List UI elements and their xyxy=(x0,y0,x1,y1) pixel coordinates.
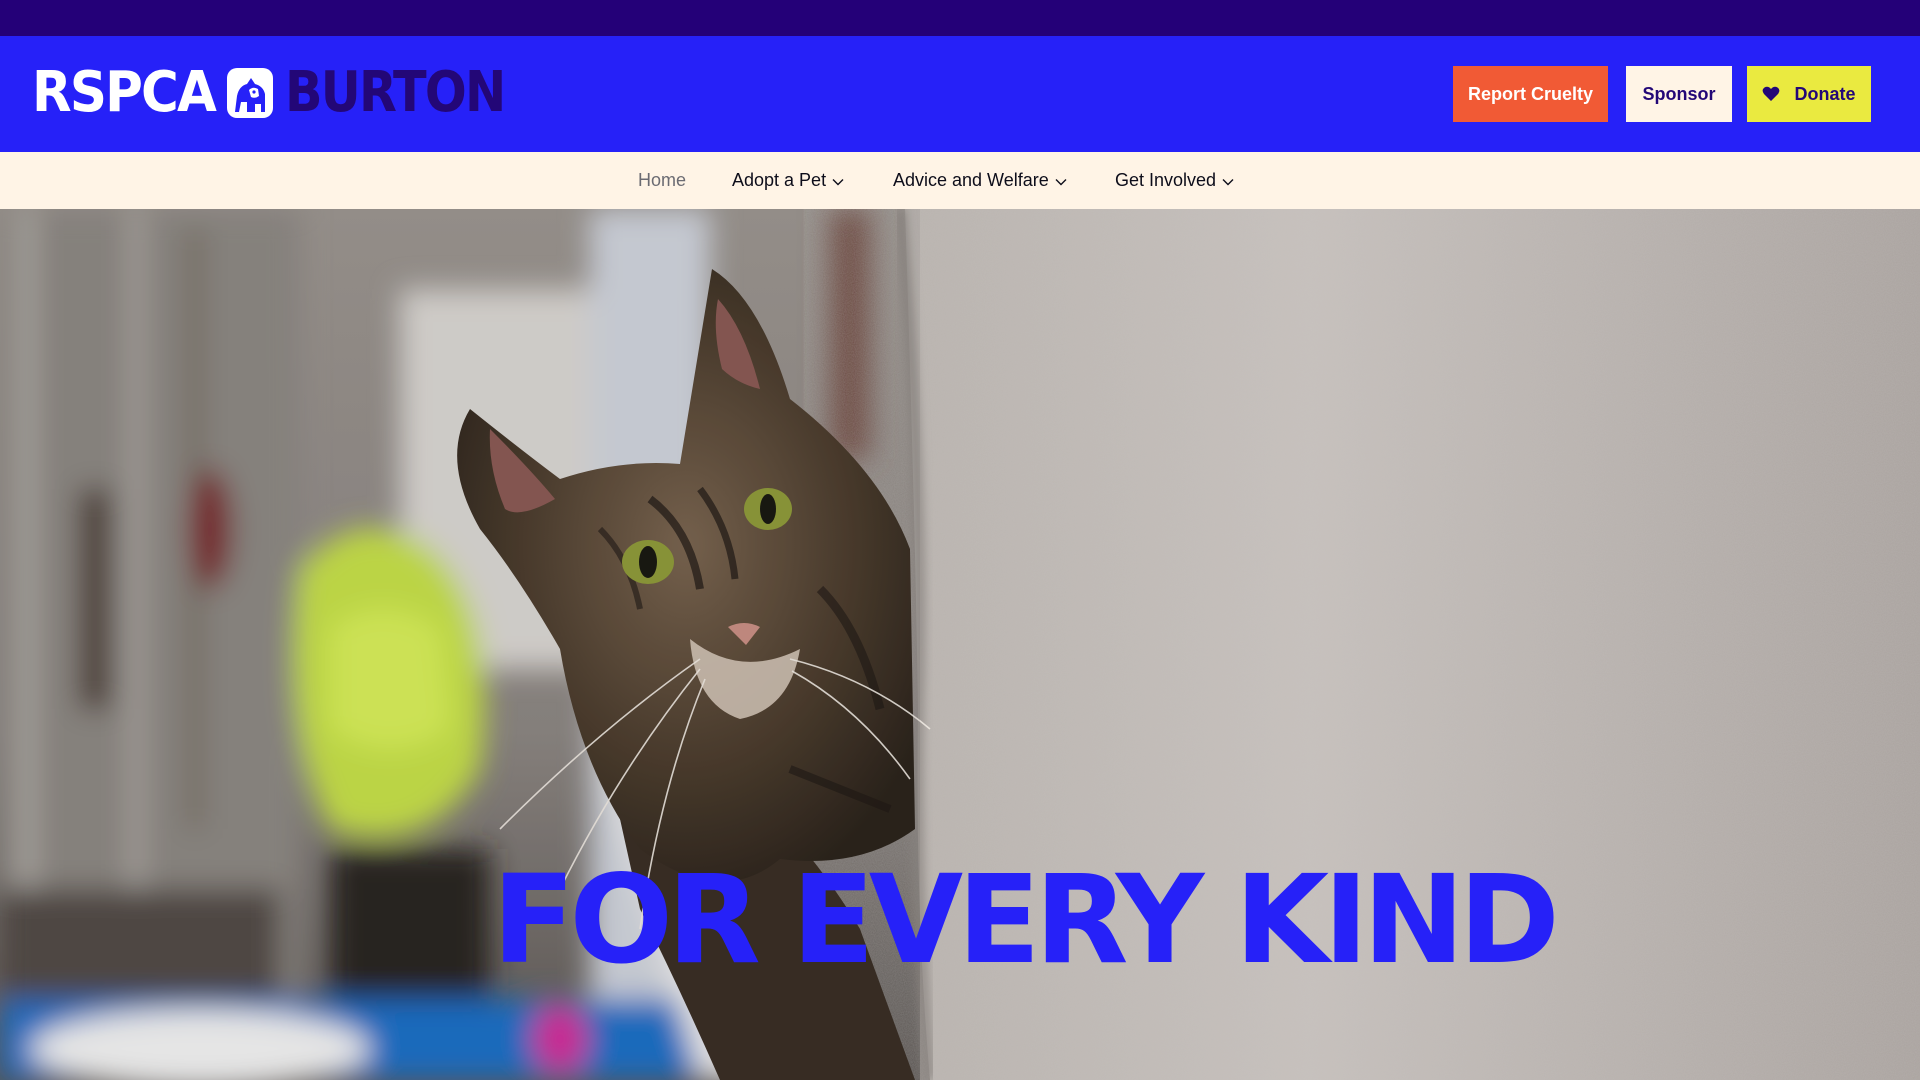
hero-banner: FOR EVERY KIND xyxy=(0,209,1920,1080)
report-cruelty-button[interactable]: Report Cruelty xyxy=(1453,66,1608,122)
hero-title: FOR EVERY KIND xyxy=(492,849,1560,991)
nav-item-home[interactable]: Home xyxy=(638,152,686,209)
chevron-down-icon xyxy=(1055,178,1067,185)
nav-item-adopt-a-pet[interactable]: Adopt a Pet xyxy=(732,152,844,209)
nav-item-advice-and-welfare[interactable]: Advice and Welfare xyxy=(893,152,1067,209)
report-cruelty-label: Report Cruelty xyxy=(1467,83,1593,104)
nav-item-adopt-label: Adopt a Pet xyxy=(732,170,827,190)
logo-rspca-text: RSPCA xyxy=(32,60,217,125)
donate-label: Donate xyxy=(1794,83,1856,104)
heart-icon xyxy=(1763,86,1780,101)
nav-item-advice-label: Advice and Welfare xyxy=(893,170,1049,190)
site-logo[interactable]: RSPCA BURTON xyxy=(32,62,534,124)
nav-item-get-involved[interactable]: Get Involved xyxy=(1115,152,1234,209)
chevron-down-icon xyxy=(1222,178,1234,185)
top-strip xyxy=(0,0,1920,36)
main-nav: Home Adopt a Pet Advice and Welfare Get … xyxy=(0,152,1920,209)
sponsor-label: Sponsor xyxy=(1642,83,1716,104)
nav-item-involved-label: Get Involved xyxy=(1115,170,1217,190)
chevron-down-icon xyxy=(832,178,844,185)
sponsor-button[interactable]: Sponsor xyxy=(1626,66,1732,122)
logo-branch-text: BURTON xyxy=(284,60,506,125)
dog-and-cat-badge-icon xyxy=(226,68,273,118)
nav-item-home-label: Home xyxy=(638,170,687,190)
site-header: RSPCA BURTON Report Cruelty Sponsor Dona… xyxy=(0,36,1920,152)
donate-button[interactable]: Donate xyxy=(1747,66,1871,122)
